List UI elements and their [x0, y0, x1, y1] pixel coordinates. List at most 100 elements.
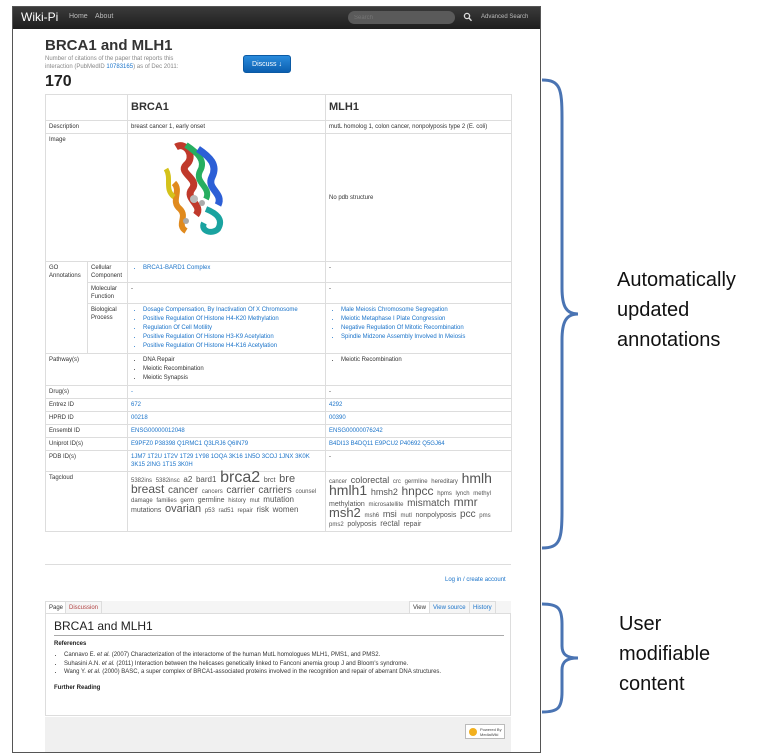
reference-author: Cannavo E.	[64, 652, 98, 658]
tag-link[interactable]: hnpcc	[402, 484, 434, 498]
tag-link[interactable]: mutation	[263, 495, 294, 504]
list-item[interactable]: BRCA1-BARD1 Complex	[143, 264, 322, 273]
tag-link[interactable]: hereditary	[431, 479, 458, 485]
list-item[interactable]: Positive Regulation Of Histone H4-K16 Ac…	[143, 342, 322, 351]
citation-note-end: ) as of Dec 2011:	[133, 64, 179, 70]
col-header-mlh1-label: MLH1	[329, 101, 359, 113]
table-row: Molecular Function - -	[46, 282, 512, 304]
hprd-link-brca1[interactable]: 00218	[127, 411, 326, 425]
login-link[interactable]: Log in / create account	[445, 577, 506, 583]
pubmed-link[interactable]: 10783165	[106, 64, 133, 70]
table-row: Image No pdb structure	[45, 133, 512, 262]
tag-link[interactable]: msh2	[329, 505, 361, 520]
row-label: PDB ID(s)	[45, 450, 128, 472]
list-item[interactable]: Positive Regulation Of Histone H3-K9 Ace…	[143, 333, 322, 342]
mediawiki-badge[interactable]: Powered By MediaWiki	[465, 724, 505, 739]
go-bp-list-mlh1: Male Meiosis Chromosome SegregationMeiot…	[329, 306, 508, 342]
tag-link[interactable]: msh6	[364, 513, 379, 519]
tag-link[interactable]: nonpolyposis	[416, 512, 457, 519]
cell-value: mutL homolog 1, colon cancer, nonpolypos…	[325, 120, 512, 134]
list-item[interactable]: Male Meiosis Chromosome Segregation	[341, 306, 508, 315]
user-annotation-line: content	[619, 673, 685, 695]
tag-link[interactable]: damage	[131, 498, 153, 504]
tag-link[interactable]: brca2	[220, 469, 260, 486]
tag-link[interactable]: germline	[198, 497, 225, 504]
advanced-search-link[interactable]: Advanced Search	[481, 14, 528, 20]
tag-link[interactable]: counsel	[295, 489, 316, 495]
list-item[interactable]: Positive Regulation Of Histone H4-K20 Me…	[143, 315, 322, 324]
tag-link[interactable]: brct	[264, 477, 276, 484]
tag-link[interactable]: carrier	[226, 485, 254, 496]
tab-history[interactable]: History	[469, 601, 496, 613]
tag-link[interactable]: hmlh	[462, 470, 492, 486]
list-item[interactable]: Spindle Midzone Assembly Involved In Mei…	[341, 333, 508, 342]
tab-view[interactable]: View	[409, 601, 430, 613]
tag-link[interactable]: pms	[479, 513, 490, 519]
tag-link[interactable]: rectal	[380, 519, 400, 528]
list-item[interactable]: Dosage Compensation, By Inactivation Of …	[143, 306, 322, 315]
list-item[interactable]: Regulation Of Cell Motility	[143, 324, 322, 333]
tag-link[interactable]: hmlh1	[329, 482, 367, 498]
protein-structure-image[interactable]	[156, 139, 234, 237]
search-icon[interactable]	[463, 11, 473, 23]
search-input[interactable]	[348, 11, 455, 24]
citation-count: 170	[45, 73, 72, 90]
discuss-button[interactable]: Discuss ↓	[243, 55, 291, 73]
tab-view-source[interactable]: View source	[429, 601, 470, 613]
user-annotation-label: User modifiable content	[619, 609, 710, 699]
tag-link[interactable]: p53	[205, 508, 215, 514]
reference-author: Suhasini A.N.	[64, 660, 102, 667]
reference-text: (2011) Interaction between the helicases…	[114, 660, 409, 667]
tag-link[interactable]: ovarian	[165, 503, 201, 515]
tag-link[interactable]: a2	[183, 475, 192, 484]
nav-about-link[interactable]: About	[95, 13, 113, 20]
pathway-list-brca1: DNA RepairMeiotic RecombinationMeiotic S…	[131, 356, 322, 383]
tag-link[interactable]: hmsh2	[371, 487, 398, 497]
auto-annotation-line: Automatically	[617, 269, 736, 291]
user-annotation-line: modifiable	[619, 643, 711, 665]
hprd-link-mlh1[interactable]: 00390	[325, 411, 512, 425]
tag-link[interactable]: breast	[131, 482, 164, 496]
nav-home-link[interactable]: Home	[69, 13, 88, 20]
table-row: GO Annotations Cellular Component BRCA1-…	[45, 261, 512, 354]
uniprot-links-brca1[interactable]: E9PFZ0 P38398 Q1RMC1 Q3LRJ6 Q6IN79	[127, 437, 326, 451]
brand-logo[interactable]: Wiki-Pi	[21, 10, 58, 24]
tag-link[interactable]: crc	[393, 479, 401, 485]
tag-link[interactable]: rad51	[218, 508, 233, 514]
entrez-link-mlh1[interactable]: 4292	[325, 398, 512, 412]
ensembl-link-brca1[interactable]: ENSG00000012048	[127, 424, 326, 438]
tag-link[interactable]: repair	[403, 521, 421, 528]
tag-link[interactable]: pms2	[329, 522, 344, 528]
tag-link[interactable]: mmr	[454, 495, 478, 509]
tag-link[interactable]: mutl	[400, 513, 411, 519]
tag-link[interactable]: mutations	[131, 507, 161, 514]
tag-link[interactable]: bard1	[196, 475, 216, 484]
tab-page[interactable]: Page	[45, 601, 68, 613]
tag-link[interactable]: cancer	[168, 485, 198, 496]
list-item[interactable]: Meiotic Metaphase I Plate Congression	[341, 315, 508, 324]
tag-link[interactable]: women	[273, 505, 299, 514]
tag-link[interactable]: pcc	[460, 509, 476, 520]
tag-link[interactable]: msi	[383, 509, 397, 519]
reference-item: Suhasini A.N. et al. (2011) Interaction …	[64, 660, 514, 669]
tag-link[interactable]: bre	[279, 473, 295, 485]
tag-link[interactable]: repair	[238, 508, 253, 514]
tag-link[interactable]: mismatch	[407, 498, 450, 509]
tag-link[interactable]: history	[228, 498, 246, 504]
tag-link[interactable]: cancers	[202, 489, 223, 495]
list-item[interactable]: Negative Regulation Of Mitotic Recombina…	[341, 324, 508, 333]
entrez-link-brca1[interactable]: 672	[127, 398, 326, 412]
row-label: GO Annotations	[45, 261, 88, 354]
pathway-list-mlh1: Meiotic Recombination	[329, 356, 508, 365]
tag-link[interactable]: hpms	[437, 491, 452, 497]
ensembl-link-mlh1[interactable]: ENSG00000076242	[325, 424, 512, 438]
auto-annotation-label: Automatically updated annotations	[617, 265, 736, 355]
tag-link[interactable]: risk	[257, 505, 269, 514]
tag-link[interactable]: mut	[250, 498, 260, 504]
tag-link[interactable]: microsatellite	[368, 502, 403, 508]
tab-discussion[interactable]: Discussion	[65, 601, 103, 613]
table-row: HPRD ID 00218 00390	[45, 411, 512, 425]
navbar: Wiki-Pi Home About Advanced Search	[13, 7, 540, 29]
tag-link[interactable]: polyposis	[347, 521, 376, 528]
uniprot-links-mlh1[interactable]: B4DI13 B4DQ11 E9PCU2 P40692 Q5GJ64	[325, 437, 512, 451]
